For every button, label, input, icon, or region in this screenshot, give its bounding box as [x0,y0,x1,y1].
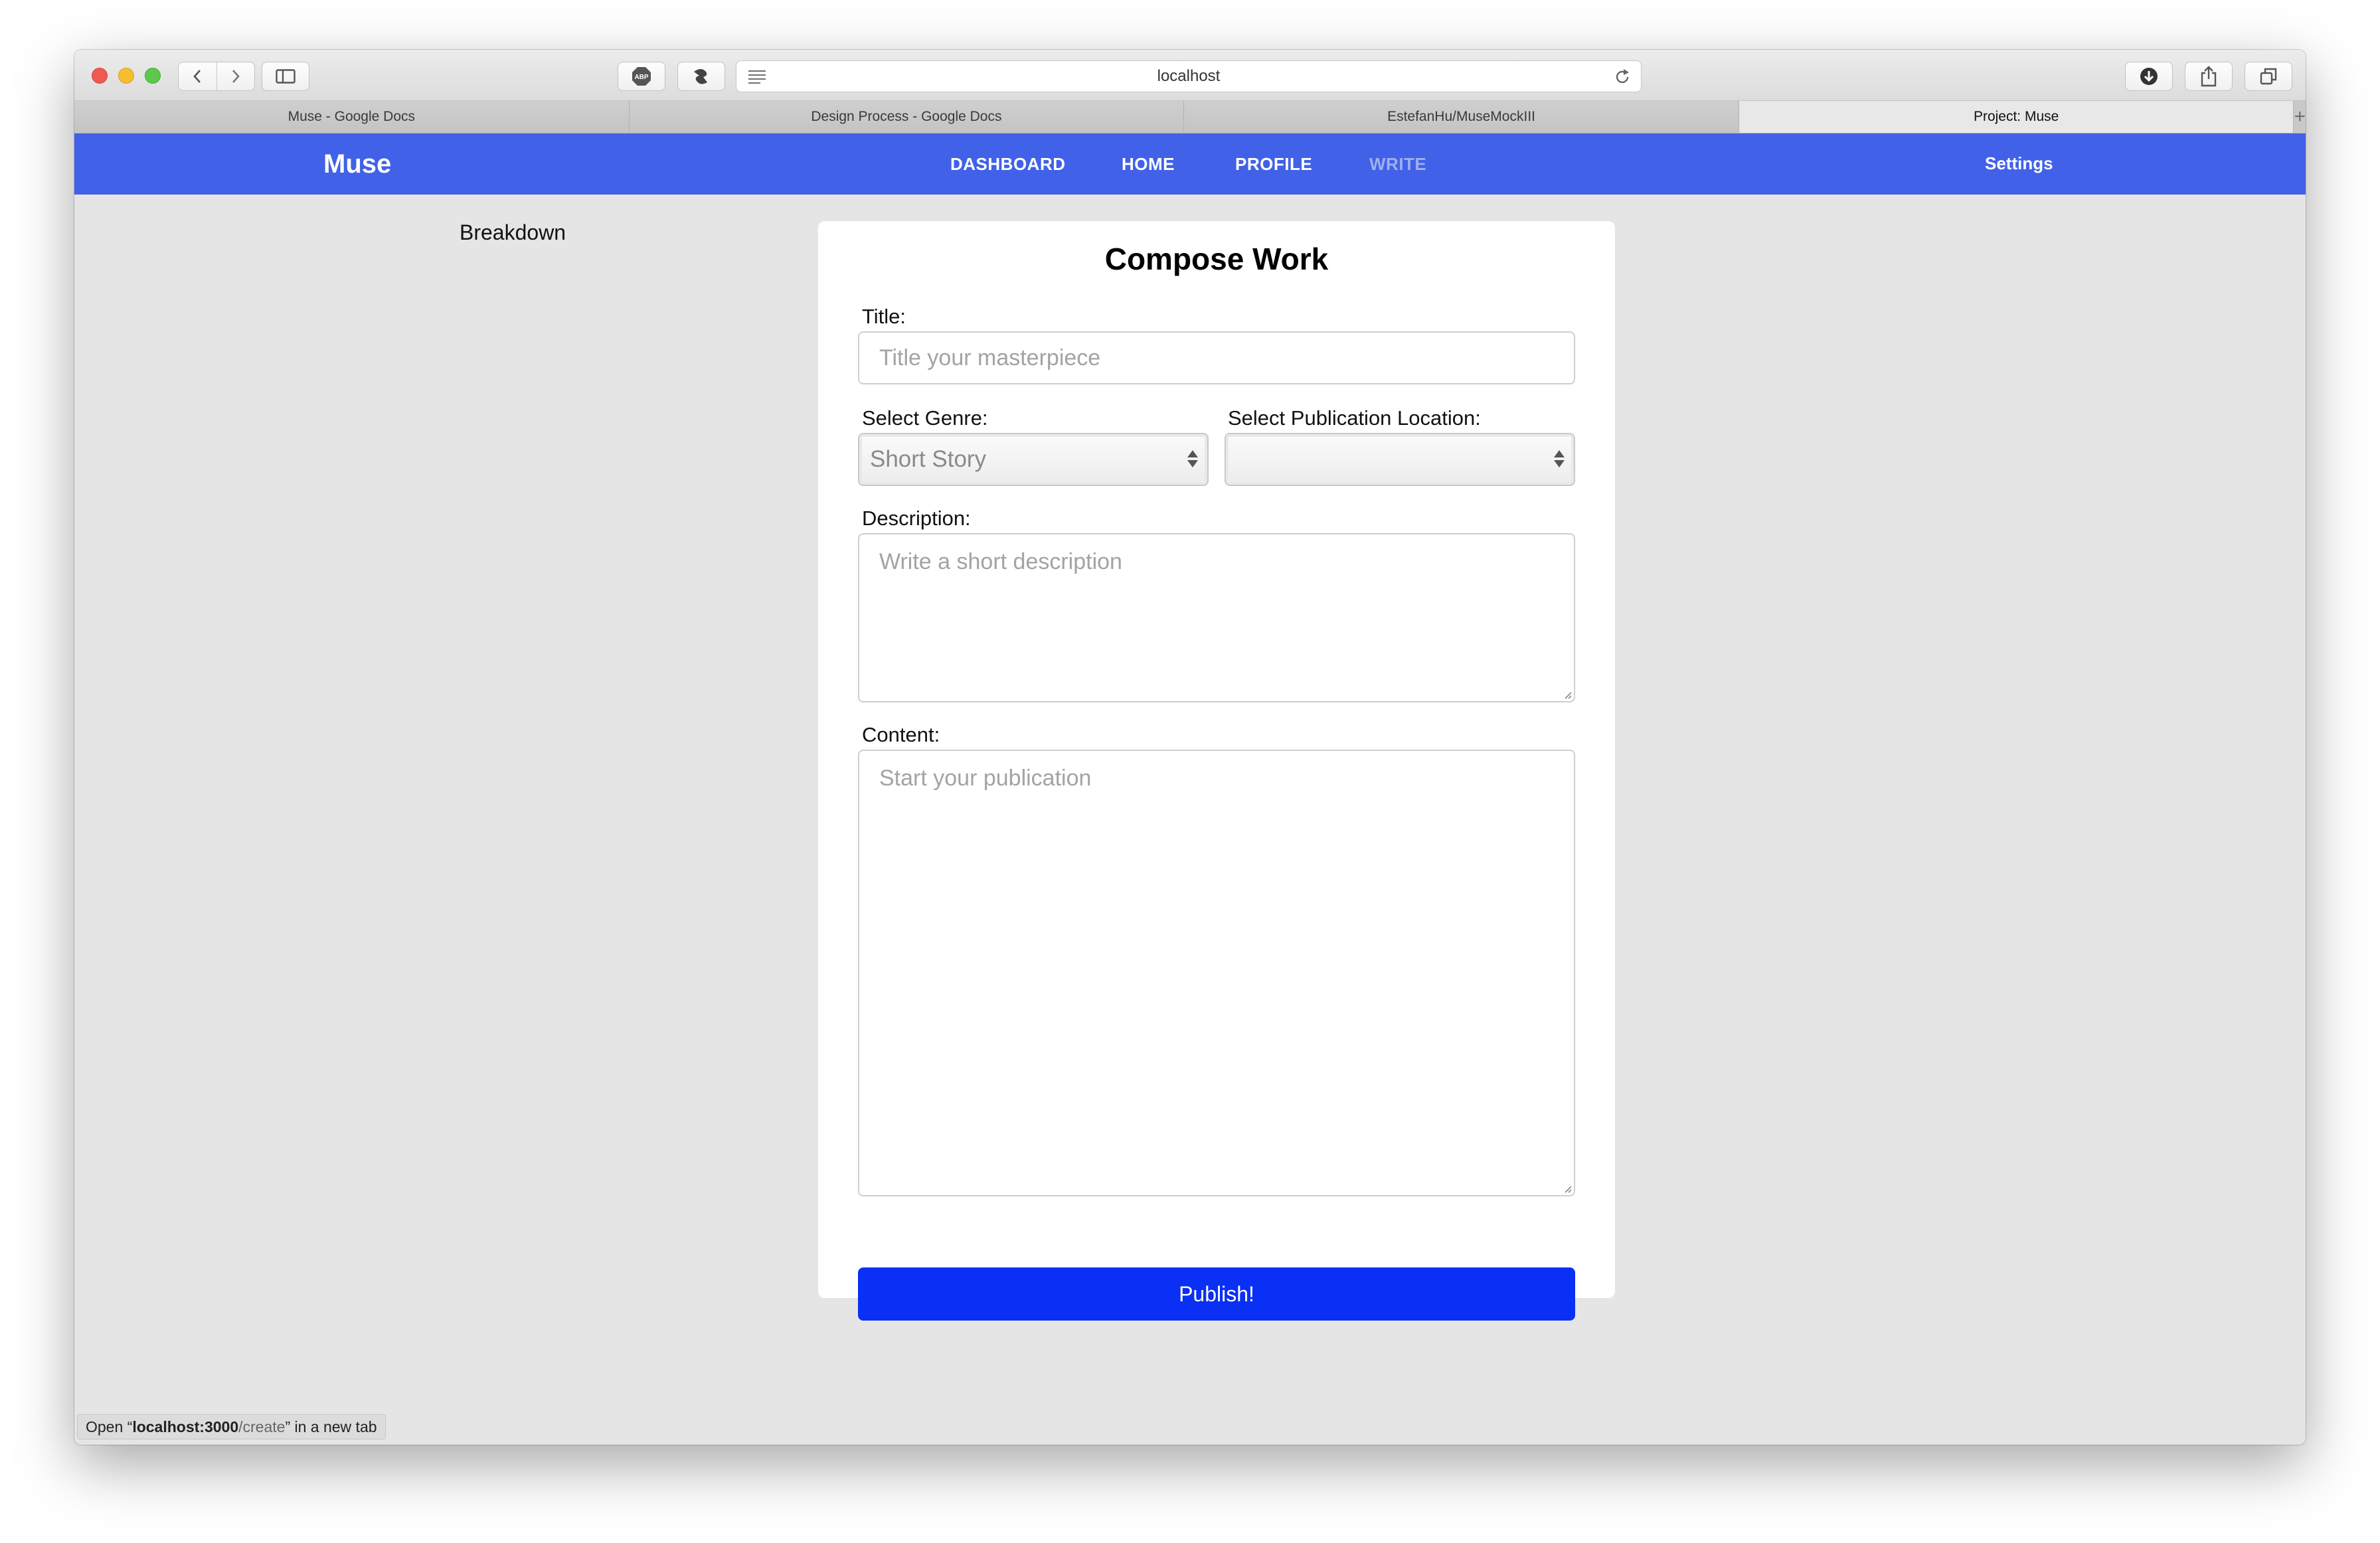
compose-heading: Compose Work [1104,242,1329,276]
url-text: localhost [1157,67,1221,85]
status-path: /create [238,1418,286,1435]
location-label: Select Publication Location: [1228,406,1481,430]
publish-button[interactable]: Publish! [858,1267,1575,1321]
reload-icon[interactable] [1613,68,1632,86]
description-placeholder: Write a short description [879,549,1122,574]
content-placeholder: Start your publication [879,766,1092,791]
tab-overview-button[interactable] [2245,62,2292,91]
sidebar-toggle-button[interactable] [262,62,309,91]
status-host: localhost:3000 [132,1418,239,1435]
content-label: Content: [862,723,940,746]
extension-icon [694,69,707,84]
genre-select[interactable]: Short Story [858,433,1209,486]
forward-button[interactable] [217,62,255,90]
address-bar[interactable]: localhost [736,60,1642,92]
chevron-left-icon [193,70,201,83]
browser-toolbar: ABP localhost [74,50,2306,101]
downloads-button[interactable] [2125,62,2173,91]
content-textarea[interactable]: Start your publication [858,750,1575,1196]
browser-tab-design-process[interactable]: Design Process - Google Docs [629,101,1185,133]
nav-home[interactable]: HOME [1122,133,1175,195]
chevron-right-icon [232,70,240,83]
app-navbar: Muse DASHBOARD HOME PROFILE WRITE Settin… [74,133,2306,195]
nav-write[interactable]: WRITE [1369,133,1426,195]
svg-text:ABP: ABP [634,74,648,81]
abp-icon: ABP [632,67,651,86]
adblock-button[interactable]: ABP [618,62,665,91]
location-select[interactable] [1225,433,1575,486]
status-suffix: ” in a new tab [285,1418,377,1435]
resize-grip-icon[interactable] [1563,1184,1572,1193]
settings-link[interactable]: Settings [1985,133,2053,193]
brand-logo[interactable]: Muse [323,133,391,195]
link-status-bar: Open “localhost:3000/create” in a new ta… [77,1414,386,1439]
compose-card: Compose Work Title: Title your masterpie… [818,221,1615,1321]
browser-tab-github[interactable]: EstefanHu/MuseMockIII [1184,101,1739,133]
browser-window: ABP localhost Muse - Google Docs Design … [74,50,2306,1445]
description-textarea[interactable]: Write a short description [858,533,1575,702]
resize-grip-icon[interactable] [1563,690,1572,699]
history-nav [178,62,255,91]
genre-label: Select Genre: [862,406,988,430]
minimize-window-button[interactable] [118,68,134,84]
browser-tab-bar: Muse - Google Docs Design Process - Goog… [74,101,2306,133]
sidebar-icon [276,69,296,84]
new-tab-button[interactable]: + [2294,101,2306,133]
select-arrows-icon [1554,450,1565,467]
close-window-button[interactable] [92,68,108,84]
nav-dashboard[interactable]: DASHBOARD [950,133,1066,195]
nav-profile[interactable]: PROFILE [1235,133,1312,195]
browser-tab-muse-docs[interactable]: Muse - Google Docs [74,101,630,133]
genre-select-value: Short Story [870,446,987,472]
back-button[interactable] [179,62,217,90]
extension-button[interactable] [677,62,725,91]
title-input[interactable]: Title your masterpiece [858,331,1575,384]
share-button[interactable] [2185,62,2233,91]
breakdown-label[interactable]: Breakdown [460,220,566,245]
browser-tab-project-muse[interactable]: Project: Muse [1739,101,2294,133]
download-icon [2140,68,2158,85]
zoom-window-button[interactable] [145,68,161,84]
status-prefix: Open “ [86,1418,133,1435]
tabs-overview-icon [2260,68,2277,85]
share-icon [2201,66,2217,87]
title-label: Title: [862,305,906,328]
description-label: Description: [862,507,971,530]
select-arrows-icon [1187,450,1198,467]
